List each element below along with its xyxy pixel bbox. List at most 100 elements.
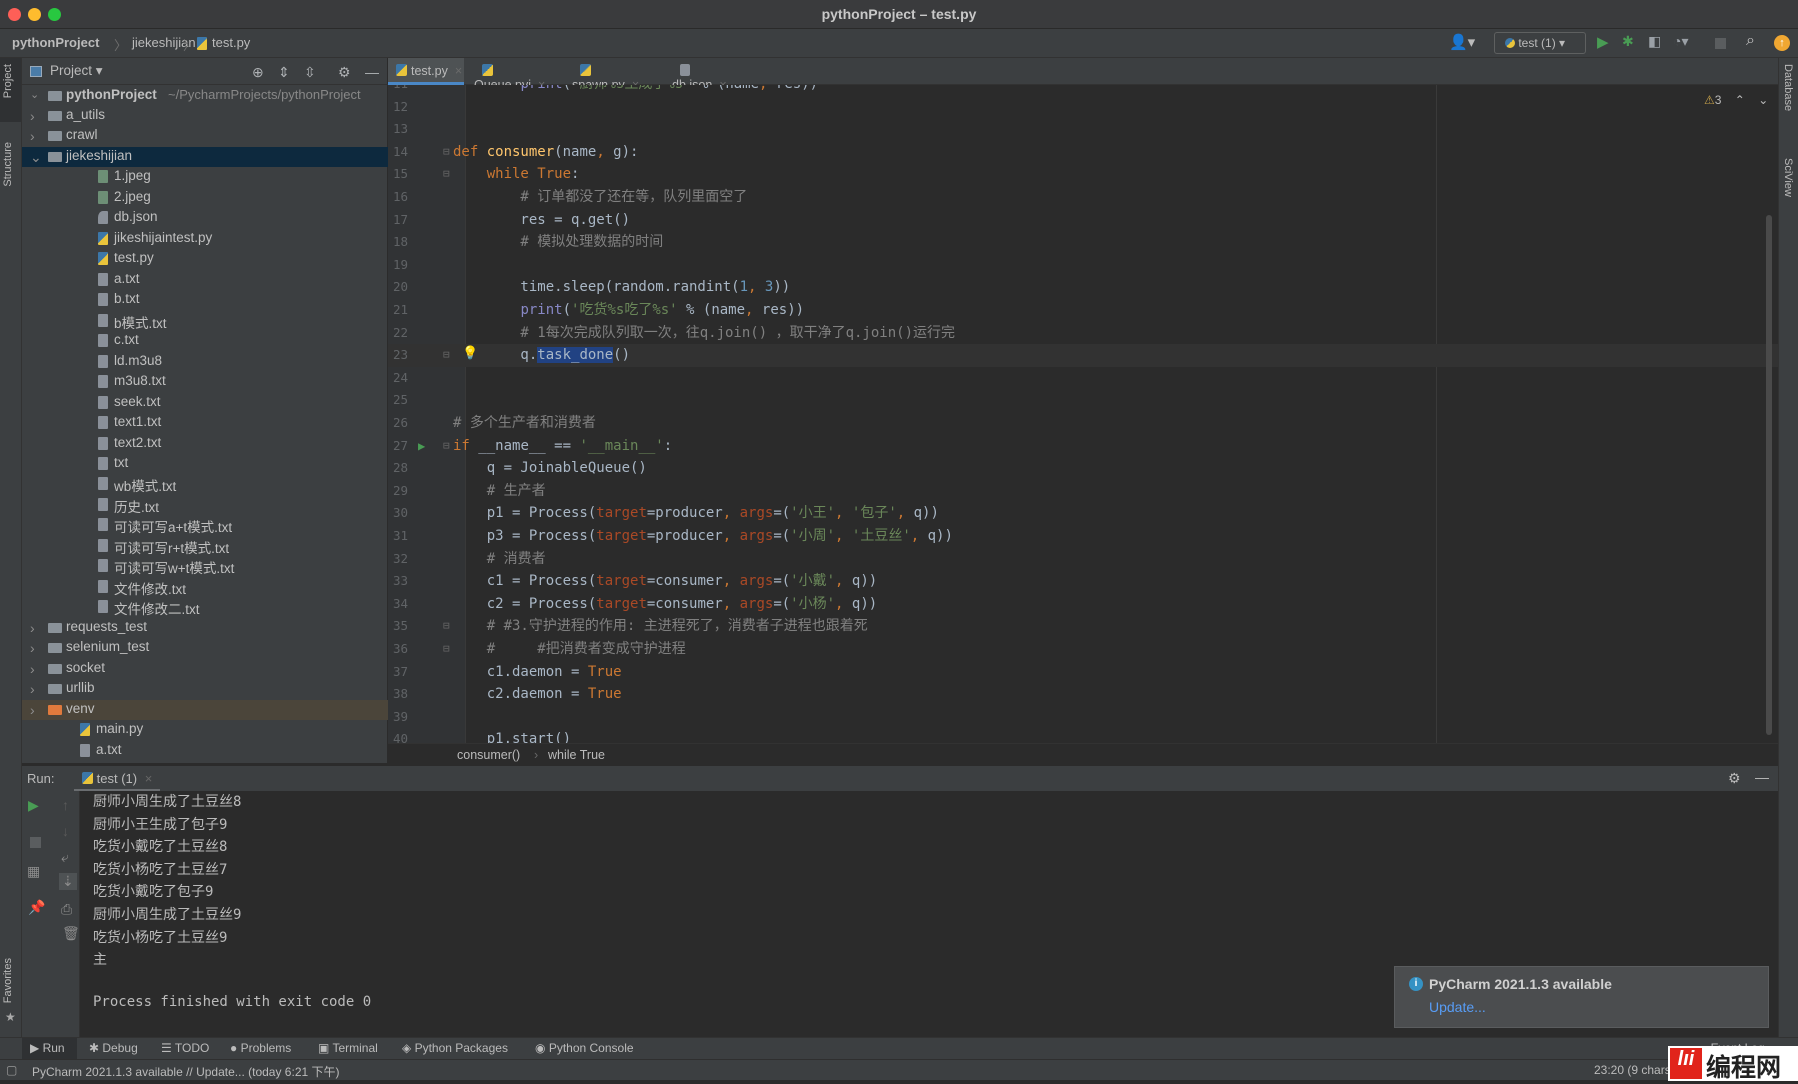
gear-icon[interactable]: ⚙ xyxy=(1728,770,1741,787)
update-icon[interactable]: ↑ xyxy=(1774,35,1790,51)
inspection-widget[interactable]: ⚠3 ⌃ ⌄ xyxy=(1704,93,1768,107)
line-number[interactable]: 38 xyxy=(388,683,408,706)
line-number[interactable]: 18 xyxy=(388,231,408,254)
tree-item[interactable]: b模式.txt xyxy=(22,311,388,331)
tree-item[interactable]: wb模式.txt xyxy=(22,474,388,494)
line-number[interactable]: 22 xyxy=(388,322,408,345)
lightbulb-icon[interactable]: 💡 xyxy=(462,343,478,366)
tree-item[interactable]: text1.txt xyxy=(22,413,388,433)
gear-icon[interactable]: ⚙ xyxy=(338,64,351,81)
tree-item[interactable]: › selenium_test xyxy=(22,638,388,658)
line-number[interactable]: 33 xyxy=(388,570,408,593)
soft-wrap-icon[interactable]: ⤶ xyxy=(61,849,69,866)
fold-marker-icon[interactable]: ⊟ xyxy=(443,615,450,638)
breadcrumb-block[interactable]: while True xyxy=(548,748,605,762)
run-tab[interactable]: test (1) × xyxy=(74,766,161,792)
breadcrumb-function[interactable]: consumer() xyxy=(457,748,520,762)
structure-tool-tab[interactable]: Structure xyxy=(2,142,14,187)
tab-test-py[interactable]: test.py × xyxy=(388,58,464,85)
tree-root[interactable]: ⌄ pythonProject ~/PycharmProjects/python… xyxy=(22,86,388,106)
line-number[interactable]: 14 xyxy=(388,141,408,164)
run-config-select[interactable]: test (1) ▾ xyxy=(1494,32,1586,54)
expand-all-icon[interactable]: ⇕ xyxy=(278,64,290,81)
previous-highlight-icon[interactable]: ⌃ xyxy=(1735,93,1745,107)
line-number[interactable]: 20 xyxy=(388,276,408,299)
toggle-tool-windows-icon[interactable]: ▢ xyxy=(6,1063,17,1077)
tab-Queue-pyi[interactable]: Queue.pyi× xyxy=(474,58,562,92)
line-number[interactable]: 40 xyxy=(388,728,408,743)
coverage-icon[interactable]: ◧ xyxy=(1648,33,1661,50)
chevron-right-icon[interactable]: › xyxy=(30,620,35,636)
tree-item[interactable]: c.txt xyxy=(22,331,388,351)
chevron-right-icon[interactable]: › xyxy=(30,681,35,697)
editor-scrollbar[interactable] xyxy=(1766,215,1772,735)
tree-item[interactable]: 历史.txt xyxy=(22,495,388,515)
fold-marker-icon[interactable]: ⊟ xyxy=(443,435,450,458)
tree-item[interactable]: main.py xyxy=(22,720,388,740)
line-number[interactable]: 36 xyxy=(388,638,408,661)
collapse-all-icon[interactable]: ⇳ xyxy=(304,64,316,81)
tree-item[interactable]: test.py xyxy=(22,249,388,269)
tree-item[interactable]: jikeshijaintest.py xyxy=(22,229,388,249)
line-number[interactable]: 29 xyxy=(388,480,408,503)
update-link[interactable]: Update... xyxy=(1429,999,1486,1015)
line-number[interactable]: 28 xyxy=(388,457,408,480)
tree-item[interactable]: › a_utils xyxy=(22,106,388,126)
pin-icon[interactable]: 📌 xyxy=(28,899,45,916)
tree-item[interactable]: b.txt xyxy=(22,290,388,310)
run-icon[interactable]: ▶ xyxy=(1597,33,1609,51)
up-arrow-icon[interactable]: ↑ xyxy=(62,797,69,813)
tree-item[interactable]: 可读可写w+t模式.txt xyxy=(22,556,388,576)
line-number[interactable]: 25 xyxy=(388,389,408,412)
line-number[interactable]: 15 xyxy=(388,163,408,186)
tree-item[interactable]: a.txt xyxy=(22,741,388,761)
tree-item[interactable]: › requests_test xyxy=(22,618,388,638)
tree-item[interactable]: text2.txt xyxy=(22,434,388,454)
tree-item[interactable]: 可读可写r+t模式.txt xyxy=(22,536,388,556)
project-view-select[interactable]: Project ▾ xyxy=(50,63,103,79)
scroll-to-end-icon[interactable]: ⇣ xyxy=(59,873,77,890)
fold-marker-icon[interactable]: ⊟ xyxy=(443,163,450,186)
python-console-tool-button[interactable]: ◉ Python Console xyxy=(535,1041,634,1055)
tree-item[interactable]: 可读可写a+t模式.txt xyxy=(22,515,388,535)
tree-item[interactable]: 1.jpeg xyxy=(22,167,388,187)
tree-item[interactable]: › venv xyxy=(22,699,388,720)
tree-item[interactable]: 2.jpeg xyxy=(22,188,388,208)
line-number[interactable]: 32 xyxy=(388,548,408,571)
breadcrumb-file[interactable]: test.py xyxy=(212,35,250,50)
chevron-right-icon[interactable]: › xyxy=(30,128,35,144)
tree-item[interactable]: a.txt xyxy=(22,270,388,290)
user-icon[interactable]: 👤▾ xyxy=(1449,33,1475,51)
run-tool-button[interactable]: ▶ Run xyxy=(22,1038,77,1060)
next-highlight-icon[interactable]: ⌄ xyxy=(1758,93,1768,107)
stop-icon[interactable] xyxy=(30,837,41,848)
profile-icon[interactable]: ◔▾ xyxy=(1673,33,1688,50)
line-number[interactable]: 11 xyxy=(388,85,408,96)
database-tool-tab[interactable]: Database xyxy=(1782,64,1794,111)
fold-marker-icon[interactable]: ⊟ xyxy=(443,344,450,367)
line-number[interactable]: 21 xyxy=(388,299,408,322)
debug-tool-button[interactable]: ✱ Debug xyxy=(89,1041,138,1055)
status-message[interactable]: PyCharm 2021.1.3 available // Update... … xyxy=(32,1063,340,1080)
line-number[interactable]: 35 xyxy=(388,615,408,638)
line-number[interactable]: 19 xyxy=(388,254,408,277)
tree-item[interactable]: db.json xyxy=(22,208,388,228)
debug-icon[interactable]: ✱ xyxy=(1622,33,1634,50)
line-number[interactable]: 27 xyxy=(388,435,408,458)
code-editor[interactable]: 11 print('厨师%s生成了%s' % (name, res))12131… xyxy=(388,85,1778,743)
stop-icon[interactable] xyxy=(1715,38,1726,49)
tree-item[interactable]: 文件修改二.txt xyxy=(22,597,388,617)
close-tab-icon[interactable]: × xyxy=(145,771,153,786)
tab-spawn-py[interactable]: spawn.py× xyxy=(572,58,662,92)
line-number[interactable]: 31 xyxy=(388,525,408,548)
rerun-icon[interactable]: ▶ xyxy=(28,797,39,814)
line-number[interactable]: 24 xyxy=(388,367,408,390)
run-gutter-icon[interactable]: ▶ xyxy=(418,435,425,458)
breadcrumb-project[interactable]: pythonProject xyxy=(12,35,99,50)
search-icon[interactable]: ⌕ xyxy=(1746,32,1755,50)
line-number[interactable]: 39 xyxy=(388,706,408,729)
fold-marker-icon[interactable]: ⊟ xyxy=(443,638,450,661)
print-icon[interactable]: ⎙ xyxy=(61,901,72,918)
line-number[interactable]: 34 xyxy=(388,593,408,616)
close-tab-icon[interactable]: × xyxy=(455,64,462,78)
